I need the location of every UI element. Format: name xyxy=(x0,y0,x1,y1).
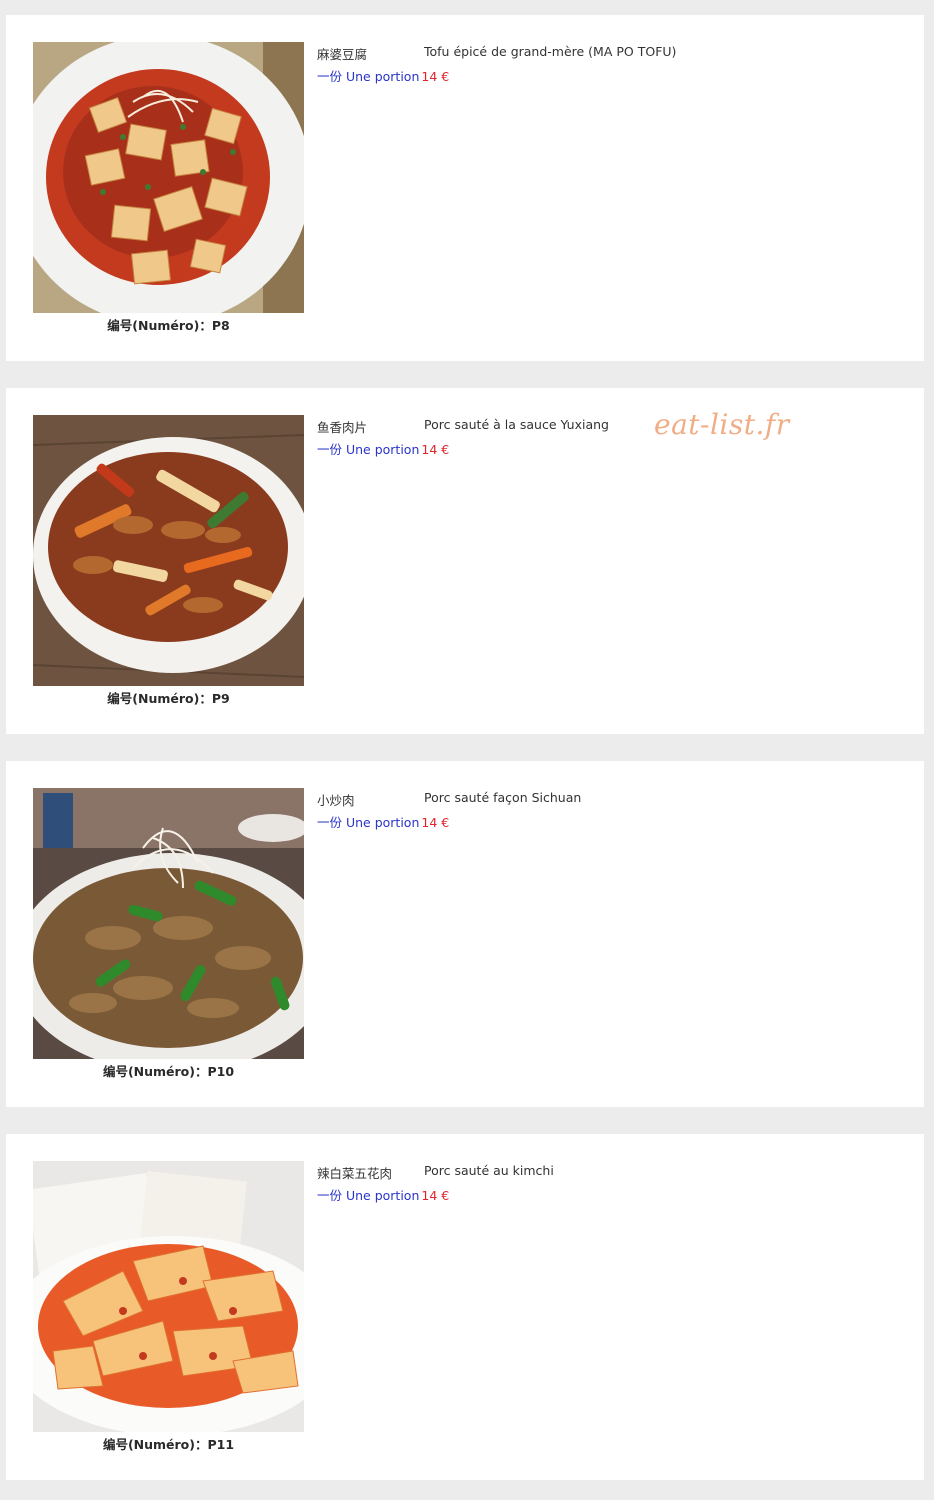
dish-name-french: Porc sauté à la sauce Yuxiang xyxy=(424,417,609,432)
dish-number: 编号(Numéro)：P11 xyxy=(102,1437,235,1452)
dish-name-chinese: 小炒肉 xyxy=(317,793,355,808)
dish-card: 编号(Numéro)：P10 小炒肉 Porc sauté façon Sich… xyxy=(6,761,924,1107)
dish-info: 辣白菜五花肉 Porc sauté au kimchi 一份 Une porti… xyxy=(317,1163,877,1204)
price: 14 € xyxy=(421,1188,450,1203)
dish-name-french: Tofu épicé de grand-mère (MA PO TOFU) xyxy=(424,44,677,59)
portion-label: 一份 Une portion xyxy=(317,442,420,457)
dish-name-french: Porc sauté façon Sichuan xyxy=(424,790,582,805)
watermark: eat-list.fr xyxy=(654,408,790,441)
dish-info: 麻婆豆腐 Tofu épicé de grand-mère (MA PO TOF… xyxy=(317,44,877,85)
dish-name-chinese: 鱼香肉片 xyxy=(317,420,368,435)
portion-label: 一份 Une portion xyxy=(317,1188,420,1203)
dish-card: 编号(Numéro)：P11 辣白菜五花肉 Porc sauté au kimc… xyxy=(6,1134,924,1480)
dish-name-chinese: 辣白菜五花肉 xyxy=(317,1166,393,1181)
menu-page: 编号(Numéro)：P8 麻婆豆腐 Tofu épicé de grand-m… xyxy=(0,0,934,1500)
price: 14 € xyxy=(421,69,450,84)
dish-number: 编号(Numéro)：P8 xyxy=(107,318,230,333)
portion-label: 一份 Une portion xyxy=(317,815,420,830)
dish-name-chinese: 麻婆豆腐 xyxy=(317,47,368,62)
dish-number: 编号(Numéro)：P10 xyxy=(102,1064,235,1079)
dish-info: 鱼香肉片 Porc sauté à la sauce Yuxiang 一份 Un… xyxy=(317,417,877,458)
dish-info: 小炒肉 Porc sauté façon Sichuan 一份 Une port… xyxy=(317,790,877,831)
dish-photo xyxy=(33,788,304,1059)
portion-label: 一份 Une portion xyxy=(317,69,420,84)
price: 14 € xyxy=(421,815,450,830)
dish-name-french: Porc sauté au kimchi xyxy=(424,1163,554,1178)
dish-number: 编号(Numéro)：P9 xyxy=(107,691,230,706)
dish-photo xyxy=(33,42,304,313)
dish-photo xyxy=(33,1161,304,1432)
dish-card: 编号(Numéro)：P8 麻婆豆腐 Tofu épicé de grand-m… xyxy=(6,15,924,361)
price: 14 € xyxy=(421,442,450,457)
dish-photo xyxy=(33,415,304,686)
